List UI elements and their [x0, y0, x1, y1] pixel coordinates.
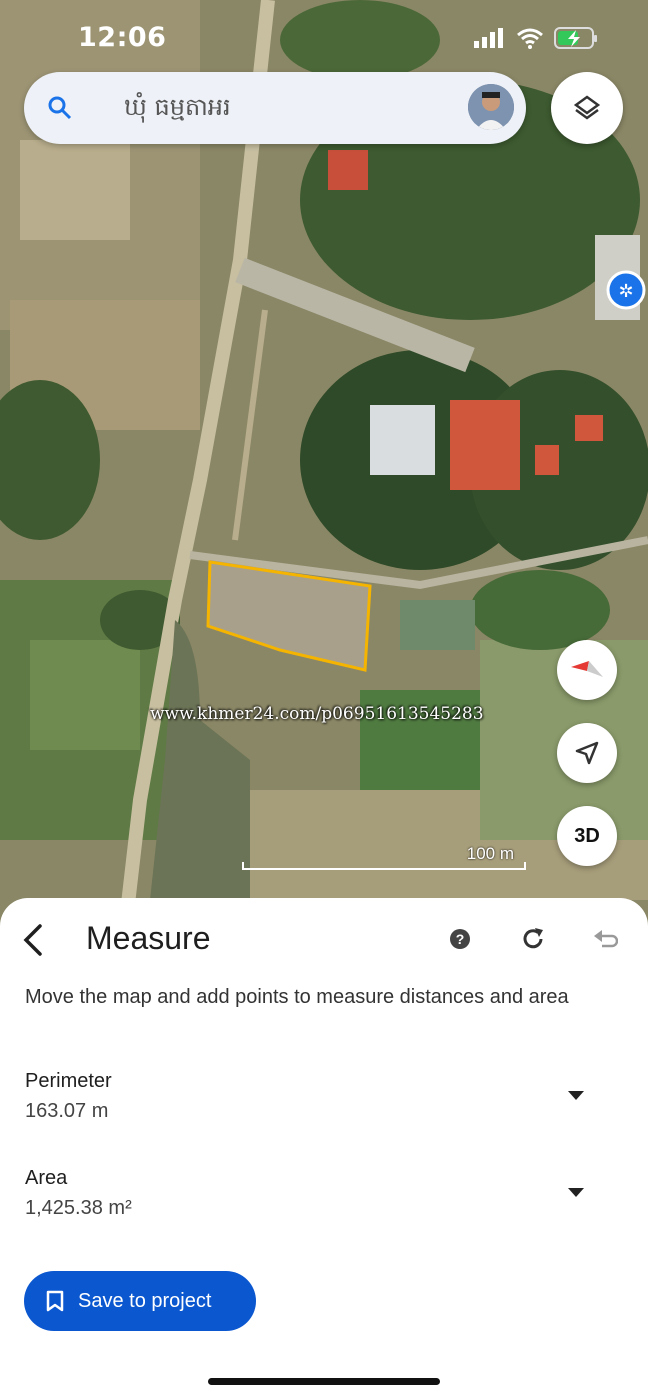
- layers-button[interactable]: [551, 72, 623, 144]
- wifi-icon: [517, 28, 543, 49]
- back-arrow-icon[interactable]: [18, 922, 48, 958]
- area-dropdown-icon[interactable]: [568, 1188, 584, 1197]
- search-icon[interactable]: [48, 96, 72, 120]
- save-to-project-button[interactable]: Save to project: [24, 1271, 256, 1331]
- svg-text:?: ?: [456, 931, 465, 947]
- page-title: Measure: [86, 920, 211, 956]
- perimeter-dropdown-icon[interactable]: [568, 1091, 584, 1100]
- my-location-button[interactable]: [557, 723, 617, 783]
- compass-icon: [571, 661, 603, 677]
- measure-description: Move the map and add points to measure d…: [25, 986, 569, 1008]
- navigation-icon: [575, 741, 599, 765]
- avatar[interactable]: [468, 84, 514, 130]
- area-label: Area: [25, 1167, 68, 1189]
- bookmark-icon: [46, 1290, 64, 1312]
- status-time: 12:06: [78, 22, 167, 53]
- scale-label: 100 m: [466, 844, 514, 863]
- perimeter-value: 163.07 m: [25, 1100, 109, 1122]
- status-bar: 12:06: [0, 0, 648, 76]
- compass-button[interactable]: [557, 640, 617, 700]
- home-indicator[interactable]: [208, 1378, 440, 1385]
- measure-sheet: Measure ? Move the map and add points to…: [0, 898, 648, 1400]
- refresh-icon[interactable]: [520, 926, 546, 952]
- search-text[interactable]: ឃុំ ធម្មតាអរ: [124, 92, 231, 127]
- battery-icon: [554, 27, 597, 49]
- 3d-button[interactable]: 3D: [557, 806, 617, 866]
- search-bar[interactable]: ឃុំ ធម្មតាអរ: [24, 72, 526, 144]
- perimeter-label: Perimeter: [25, 1070, 112, 1092]
- profile-photo: [468, 84, 514, 130]
- svg-text:✲: ✲: [618, 281, 633, 301]
- help-icon[interactable]: ?: [449, 928, 471, 950]
- watermark: www.khmer24.com/p06951613545283: [150, 704, 484, 724]
- scale-line: [242, 862, 526, 870]
- save-button-label: Save to project: [78, 1289, 212, 1312]
- layers-icon: [573, 95, 601, 120]
- 3d-button-label: 3D: [574, 824, 600, 847]
- cellular-icon: [474, 28, 503, 48]
- area-value: 1,425.38 m²: [25, 1197, 132, 1219]
- status-icons: [474, 26, 598, 50]
- undo-icon[interactable]: [592, 928, 618, 952]
- scale-bar: 100 m: [242, 844, 526, 870]
